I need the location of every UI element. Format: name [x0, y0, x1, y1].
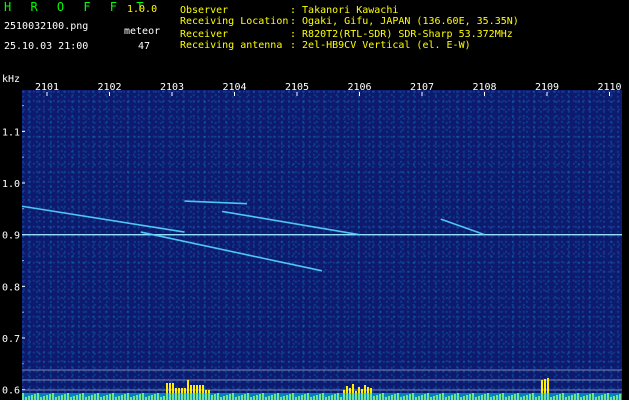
y-axis-label: kHz [2, 74, 20, 85]
meteor-echo-trace [140, 231, 323, 272]
x-tick-label: 2105 [285, 82, 309, 93]
x-tick-label: 2108 [472, 82, 496, 93]
meteor-echo-trace [440, 218, 485, 236]
y-tick-label: 0.8 [2, 282, 20, 293]
y-tick-label: 0.6 [2, 386, 20, 397]
x-tick-label: 2102 [97, 82, 121, 93]
hrofft-screen: H R O F F T 1.0.0 2510032100.png meteor … [0, 0, 629, 400]
x-tick-label: 2110 [597, 82, 621, 93]
x-tick-label: 2104 [222, 82, 246, 93]
meteor-echo-trace [184, 200, 248, 205]
x-tick-label: 2107 [410, 82, 434, 93]
x-tick-label: 2101 [35, 82, 59, 93]
x-tick-label: 2106 [347, 82, 371, 93]
y-tick-label: 0.9 [2, 231, 20, 242]
x-tick-label: 2103 [160, 82, 184, 93]
x-tick-label: 2109 [535, 82, 559, 93]
meteor-echo-trace [21, 205, 185, 233]
y-tick-label: 0.7 [2, 334, 20, 345]
y-tick-label: 1.0 [2, 179, 20, 190]
meteor-echo-trace [221, 210, 360, 236]
y-tick-label: 1.1 [2, 127, 20, 138]
histogram-baseline [22, 393, 622, 400]
spectrogram-overlay: kHz 2101 2102 2103 2104 2105 2106 2107 2108 2109 2… [2, 74, 622, 400]
